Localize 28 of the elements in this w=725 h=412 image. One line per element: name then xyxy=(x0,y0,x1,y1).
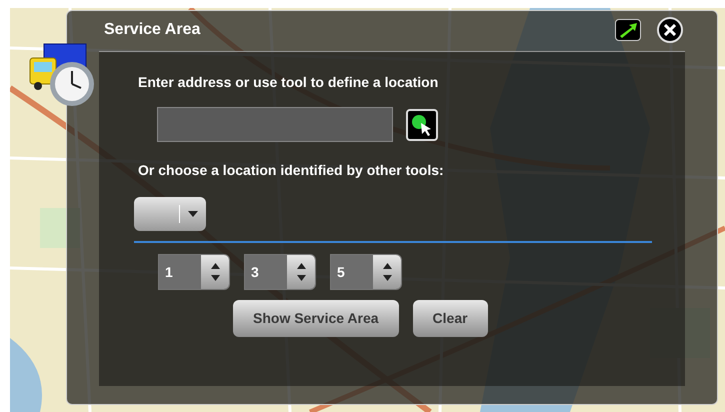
spinner-value: 5 xyxy=(331,255,373,289)
number-spinner[interactable]: 3 xyxy=(244,254,316,290)
down-arrow-icon[interactable] xyxy=(210,275,220,281)
location-tool-button[interactable] xyxy=(406,108,438,140)
address-prompt: Enter address or use tool to define a location xyxy=(138,73,440,92)
location-dropdown[interactable] xyxy=(134,197,206,231)
spinner-arrows[interactable] xyxy=(287,255,315,289)
spinner-arrows[interactable] xyxy=(373,255,401,289)
up-arrow-icon[interactable] xyxy=(210,263,220,269)
close-icon xyxy=(664,24,676,36)
number-spinner[interactable]: 5 xyxy=(330,254,402,290)
down-arrow-icon[interactable] xyxy=(296,275,306,281)
action-button[interactable]: Show Service Area xyxy=(233,300,399,337)
action-button[interactable]: Clear xyxy=(412,300,488,337)
number-spinner[interactable]: 1 xyxy=(158,254,230,290)
close-button[interactable] xyxy=(657,17,683,43)
up-arrow-icon[interactable] xyxy=(382,263,392,269)
up-arrow-icon[interactable] xyxy=(296,263,306,269)
address-field[interactable] xyxy=(157,107,393,142)
expand-button[interactable] xyxy=(615,19,641,41)
location-prompt: Or choose a location identified by other tools: xyxy=(138,161,445,180)
caret-icon xyxy=(188,211,198,217)
spinner-value: 1 xyxy=(159,255,201,289)
down-arrow-icon[interactable] xyxy=(382,275,392,281)
dialog-title: Service Area xyxy=(104,20,202,40)
spinner-value: 3 xyxy=(245,255,287,289)
arrow-icon xyxy=(618,22,638,38)
spinner-arrows[interactable] xyxy=(201,255,229,289)
